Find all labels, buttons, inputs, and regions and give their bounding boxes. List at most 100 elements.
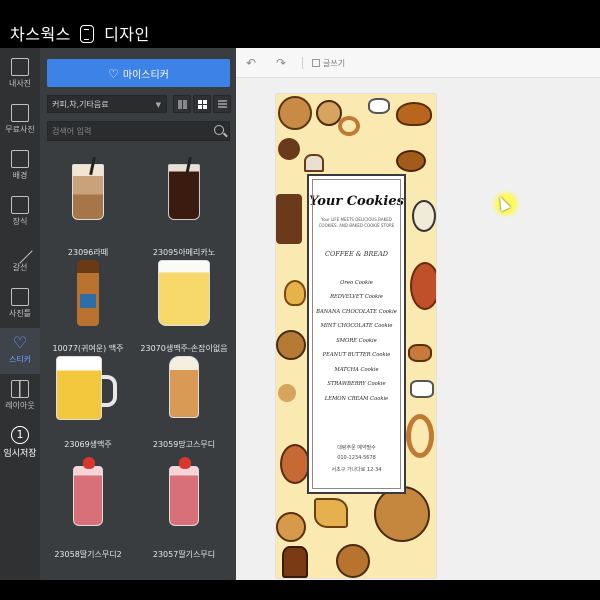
pretzel-sticker[interactable] <box>338 116 360 136</box>
sticker-caption: 23070생맥주-손잡이없음 <box>140 344 228 353</box>
mango-smoothie-image <box>169 356 199 418</box>
cookie-sticker[interactable] <box>412 200 436 232</box>
layout-icon <box>11 380 29 398</box>
poster-footer-line[interactable]: 서초구 가나다로 12-34 <box>309 466 404 473</box>
grid-icon <box>198 100 207 109</box>
menu-item[interactable]: SMORE Cookie <box>309 338 404 344</box>
chocolate-chip-cookie-sticker[interactable] <box>374 486 430 542</box>
view-grid-button[interactable] <box>193 95 211 113</box>
view-columns-button[interactable] <box>173 95 191 113</box>
rail-item-label: 배경 <box>12 171 28 180</box>
chocolate-cookie-sticker[interactable] <box>278 138 300 160</box>
americano-image <box>168 156 200 220</box>
sticker-americano[interactable]: 23095아메리카노 <box>140 156 228 258</box>
tool-rail: 내사진 무료사진 배경 장식 갈선 사진틀 ♡ 스티커 레이아웃 1 임시저장 <box>0 48 40 580</box>
cookie-sticker[interactable] <box>280 444 310 484</box>
menu-card[interactable]: Your Cookies Your LIFE MEETS DELICIOUS B… <box>307 174 406 494</box>
rail-item-sticker[interactable]: ♡ 스티커 <box>0 328 40 374</box>
poster-title[interactable]: Your Cookies <box>309 194 404 209</box>
chevron-down-icon: ▼ <box>155 101 161 109</box>
editor-toolbar: ↶ ↷ 글쓰기 <box>236 48 600 78</box>
sticker-strawberry-smoothie[interactable]: 23057딸기스무디 <box>140 457 228 560</box>
number-one-icon: 1 <box>11 426 29 444</box>
sticker-beer-bottle[interactable]: 10077(귀여운) 맥주 <box>44 260 132 354</box>
cookie-sticker[interactable] <box>276 330 306 360</box>
image-icon <box>11 104 29 122</box>
cookie-sticker[interactable] <box>278 384 296 402</box>
rail-item-label: 레이아웃 <box>5 401 35 410</box>
rail-item-temp-save[interactable]: 1 임시저장 <box>0 420 40 466</box>
rail-item-my-photo[interactable]: 내사진 <box>0 52 40 98</box>
search-icon[interactable] <box>214 125 224 135</box>
menu-item[interactable]: PEANUT BUTTER Cookie <box>309 352 404 358</box>
my-sticker-button[interactable]: ♡ 마이스티커 <box>47 59 230 87</box>
decor-icon <box>11 196 29 214</box>
rail-item-decor[interactable]: 장식 <box>0 190 40 236</box>
menu-item[interactable]: REDVELVET Cookie <box>309 294 404 300</box>
poster-footer-line[interactable]: 대랑주문 예약필수 <box>309 444 404 451</box>
menu-item[interactable]: STRAWBERRY Cookie <box>309 381 404 387</box>
textbox-button[interactable]: 글쓰기 <box>323 58 345 69</box>
textbox-icon[interactable] <box>312 59 320 67</box>
menu-item[interactable]: Oreo Cookie <box>309 280 404 286</box>
title-bar: 차스웍스 디자인 <box>0 0 600 48</box>
brownie-sticker[interactable] <box>276 194 302 244</box>
poster-subtitle[interactable]: Your LIFE MEETS DELICIOUS BAKED COOKIES.… <box>315 217 398 229</box>
rail-item-label: 무료사진 <box>5 125 35 134</box>
rail-item-label: 사진틀 <box>8 309 32 318</box>
latte-image <box>72 156 104 220</box>
cookie-sticker[interactable] <box>336 544 370 578</box>
sticker-caption: 23059망고스무디 <box>152 440 216 449</box>
menu-item[interactable]: LEMON CREAM Cookie <box>309 396 404 402</box>
cake-sticker[interactable] <box>368 98 390 114</box>
search-input[interactable] <box>52 124 202 138</box>
cookie-sticker[interactable] <box>276 512 306 542</box>
beer-bottle-image <box>77 260 99 326</box>
rail-item-free-photos[interactable]: 무료사진 <box>0 98 40 144</box>
sticker-latte[interactable]: 23096라떼 <box>44 156 132 258</box>
rail-item-label: 장식 <box>12 217 28 226</box>
sticker-draft-beer-mug[interactable]: 23069생맥주 <box>44 356 132 450</box>
poster-footer-line[interactable]: 010-1234-5678 <box>309 455 404 461</box>
menu-item[interactable]: MINT CHOCOLATE Cookie <box>309 323 404 329</box>
rail-item-layout[interactable]: 레이아웃 <box>0 374 40 420</box>
rail-item-line[interactable]: 갈선 <box>0 236 40 282</box>
croissant-sticker[interactable] <box>396 102 432 126</box>
menu-item[interactable]: MATCHA Cookie <box>309 367 404 373</box>
rail-item-label: 내사진 <box>8 79 32 88</box>
heart-icon: ♡ <box>12 333 28 352</box>
editor-canvas-area: ↶ ↷ 글쓰기 Your Cookies Your LIFE MEETS DEL… <box>236 48 600 580</box>
cookie-sticker[interactable] <box>410 262 436 310</box>
poster-section-heading[interactable]: COFFEE & BREAD <box>309 250 404 258</box>
poster-canvas[interactable]: Your Cookies Your LIFE MEETS DELICIOUS B… <box>276 94 436 578</box>
rail-item-photo-frame[interactable]: 사진틀 <box>0 282 40 328</box>
undo-icon[interactable]: ↶ <box>246 57 260 69</box>
cookie-sticker[interactable] <box>278 96 312 130</box>
cake-sticker[interactable] <box>304 154 324 172</box>
list-icon <box>218 100 227 109</box>
pretzel-sticker[interactable] <box>406 414 434 458</box>
cake-sticker[interactable] <box>410 380 434 398</box>
sticker-draft-beer-glass[interactable]: 23070생맥주-손잡이없음 <box>140 260 228 354</box>
sticker-caption: 23095아메리카노 <box>152 248 216 257</box>
view-list-button[interactable] <box>213 95 231 113</box>
rail-item-background[interactable]: 배경 <box>0 144 40 190</box>
madeleine-sticker[interactable] <box>284 280 306 306</box>
canele-sticker[interactable] <box>282 546 308 578</box>
sticker-caption: 23096라떼 <box>67 248 109 257</box>
rail-item-label: 스티커 <box>8 355 32 364</box>
landscape-icon <box>11 150 29 168</box>
sticker-mango-smoothie[interactable]: 23059망고스무디 <box>140 356 228 450</box>
category-select[interactable]: 커피,차,기타음료 ▼ <box>47 95 167 113</box>
croissant-sticker[interactable] <box>408 344 432 362</box>
strawberry-smoothie-image <box>169 457 199 526</box>
app-title-right: 디자인 <box>104 25 150 44</box>
sticker-caption: 23057딸기스무디 <box>152 550 216 559</box>
redo-icon[interactable]: ↷ <box>276 57 290 69</box>
heart-icon: ♡ <box>108 66 119 81</box>
madeleine-sticker[interactable] <box>396 150 426 172</box>
line-icon <box>7 238 33 264</box>
sticker-strawberry-smoothie-2[interactable]: 23058딸기스무디2 <box>44 457 132 560</box>
menu-item[interactable]: BANANA CHOCOLATE Cookie <box>309 309 404 315</box>
pound-cake-sticker[interactable] <box>314 498 348 528</box>
